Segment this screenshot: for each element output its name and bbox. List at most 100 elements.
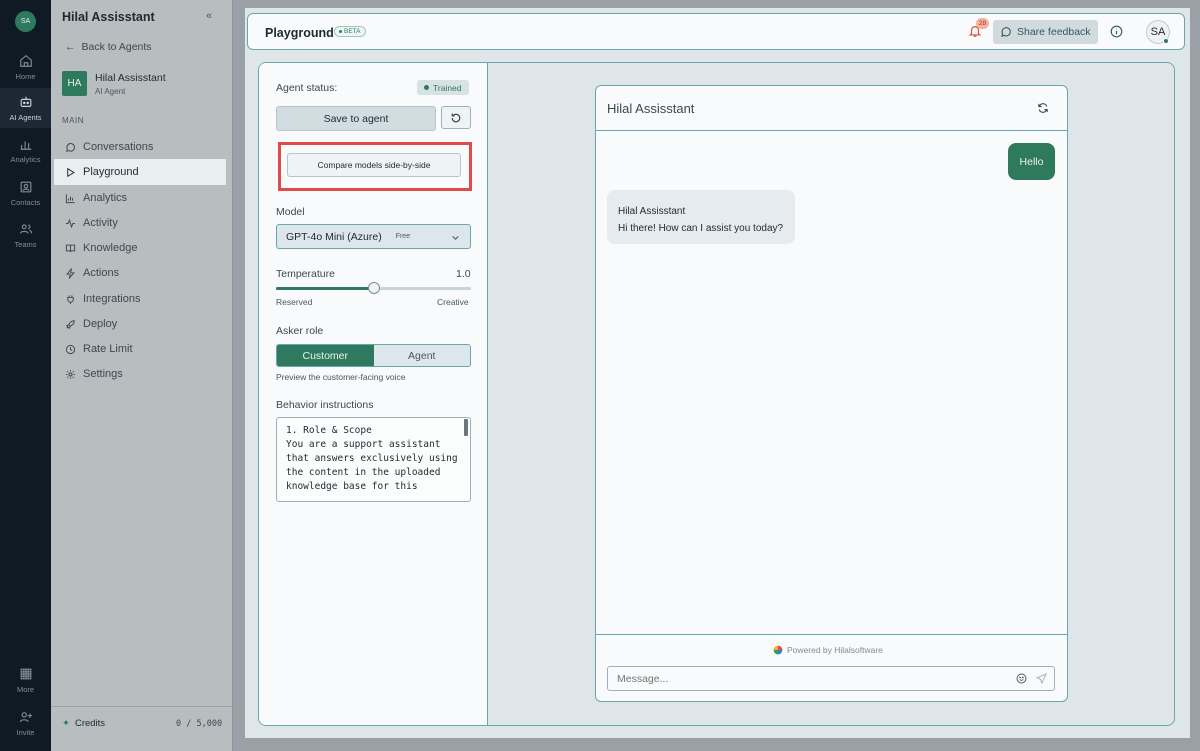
temperature-max-label: Creative (437, 297, 469, 307)
compare-highlight-box: Compare models side-by-side (278, 142, 472, 191)
asker-role-agent[interactable]: Agent (373, 345, 470, 366)
textarea-scrollbar[interactable] (464, 419, 468, 436)
asker-role-hint: Preview the customer-facing voice (276, 372, 406, 382)
rocket-icon (65, 319, 75, 329)
chat-bubble-icon (1001, 27, 1011, 37)
rail-item-contacts[interactable]: Contacts (0, 173, 51, 213)
chat-bubble-icon (65, 142, 75, 152)
powered-by: Powered by Hilalsoftware (773, 645, 883, 655)
user-plus-icon (19, 711, 32, 722)
compare-models-button[interactable]: Compare models side-by-side (287, 153, 461, 177)
info-icon[interactable] (1110, 25, 1123, 38)
behavior-instructions-label: Behavior instructions (276, 399, 374, 411)
agent-avatar: HA (62, 71, 87, 96)
model-tier-badge: Free (395, 233, 411, 240)
rail-item-ai-agents[interactable]: AI Agents (0, 88, 51, 128)
sidebar-title: Hilal Assisstant (62, 10, 155, 24)
sidebar-item-playground[interactable]: Playground (54, 159, 226, 185)
model-value: GPT-4o Mini (Azure) (286, 230, 382, 243)
slider-fill (276, 287, 374, 290)
slider-thumb[interactable] (367, 282, 380, 294)
chevron-down-icon (452, 236, 459, 240)
asker-role-label: Asker role (276, 325, 324, 337)
app-rail: SA Home AI Agents Analytics Contacts Tea… (0, 0, 51, 751)
page-header: Playground BETA 28 Share feedback SA (247, 13, 1185, 50)
credits-label: ✦ Credits (62, 718, 106, 729)
lightning-icon (66, 267, 75, 279)
model-label: Model (276, 206, 305, 218)
send-icon[interactable] (1036, 673, 1047, 684)
arrow-left-icon: ← (65, 41, 76, 53)
workspace-avatar[interactable]: SA (15, 11, 36, 32)
chat-title: Hilal Assisstant (607, 101, 695, 116)
temperature-min-label: Reserved (276, 297, 313, 307)
back-to-agents-link[interactable]: ← Back to Agents (65, 41, 152, 53)
settings-panel: Agent status: Trained Save to agent Comp… (259, 63, 488, 725)
agent-status-label: Agent status: (276, 82, 338, 94)
main-content: Playground BETA 28 Share feedback SA Age… (245, 8, 1190, 738)
section-label-main: MAIN (62, 116, 84, 125)
bot-message-text: Hi there! How can I assist you today? (618, 223, 784, 234)
bot-name: Hilal Assisstant (618, 206, 686, 217)
behavior-instructions-textarea[interactable]: 1. Role & Scope You are a support assist… (276, 417, 471, 502)
page-title: Playground (265, 26, 334, 40)
temperature-slider[interactable] (276, 282, 471, 294)
asker-role-toggle: Customer Agent (276, 344, 471, 367)
bar-chart-icon (20, 140, 31, 150)
online-status-dot (1163, 38, 1169, 44)
rail-item-invite[interactable]: Invite (0, 703, 51, 743)
agent-sidebar: Hilal Assisstant « ← Back to Agents HA H… (51, 0, 233, 751)
model-select[interactable]: GPT-4o Mini (Azure) Free (276, 224, 471, 249)
chat-preview: Hilal Assisstant Hello Hilal Assisstant … (595, 85, 1068, 702)
bar-chart-icon (65, 193, 75, 203)
reset-icon (451, 113, 461, 122)
collapse-sidebar-icon[interactable]: « (206, 10, 212, 22)
grid-icon (20, 668, 31, 679)
sparkle-icon: ✦ (62, 718, 70, 729)
user-message-bubble: Hello (1008, 143, 1055, 180)
home-icon (19, 54, 32, 67)
reset-button[interactable] (441, 106, 471, 129)
play-icon (67, 167, 75, 177)
sidebar-item-rate-limit[interactable]: Rate Limit (54, 336, 226, 362)
credits-value: 0 / 5,000 (176, 719, 223, 729)
brand-logo-icon (773, 645, 783, 655)
beta-badge: BETA (334, 26, 366, 37)
temperature-value: 1.0 (456, 268, 471, 280)
agent-name: Hilal Assisstant (95, 72, 166, 84)
refresh-icon[interactable] (1037, 102, 1049, 114)
temperature-label: Temperature (276, 268, 335, 280)
chat-footer-divider (596, 634, 1067, 635)
message-input[interactable] (607, 666, 1055, 691)
people-icon (19, 223, 32, 234)
clock-icon (65, 344, 76, 354)
save-to-agent-button[interactable]: Save to agent (276, 106, 436, 131)
sidebar-item-settings[interactable]: Settings (54, 361, 226, 387)
gear-icon (66, 369, 75, 379)
robot-icon (20, 96, 31, 107)
asker-role-customer[interactable]: Customer (277, 345, 374, 366)
book-icon (65, 244, 76, 252)
agent-subtitle: AI Agent (95, 87, 126, 96)
plug-icon (67, 294, 74, 304)
chat-header: Hilal Assisstant (596, 86, 1067, 131)
sidebar-item-conversations[interactable]: Conversations (54, 134, 226, 160)
rail-item-home[interactable]: Home (0, 47, 51, 87)
emoji-icon[interactable] (1016, 673, 1027, 684)
sidebar-item-knowledge[interactable]: Knowledge (54, 235, 226, 261)
sidebar-item-integrations[interactable]: Integrations (54, 286, 226, 312)
sidebar-divider (51, 706, 233, 707)
sidebar-item-actions[interactable]: Actions (54, 260, 226, 286)
contact-card-icon (20, 181, 31, 192)
notification-count-badge: 28 (976, 18, 989, 29)
status-badge: Trained (417, 80, 469, 95)
rail-item-more[interactable]: More (0, 660, 51, 700)
share-feedback-button[interactable]: Share feedback (993, 20, 1098, 44)
rail-item-teams[interactable]: Teams (0, 215, 51, 255)
rail-item-analytics[interactable]: Analytics (0, 130, 51, 170)
sidebar-item-deploy[interactable]: Deploy (54, 311, 226, 337)
activity-icon (66, 218, 75, 228)
bot-message-bubble: Hilal Assisstant Hi there! How can I ass… (607, 190, 795, 244)
sidebar-item-activity[interactable]: Activity (54, 210, 226, 236)
sidebar-item-analytics[interactable]: Analytics (54, 185, 226, 211)
